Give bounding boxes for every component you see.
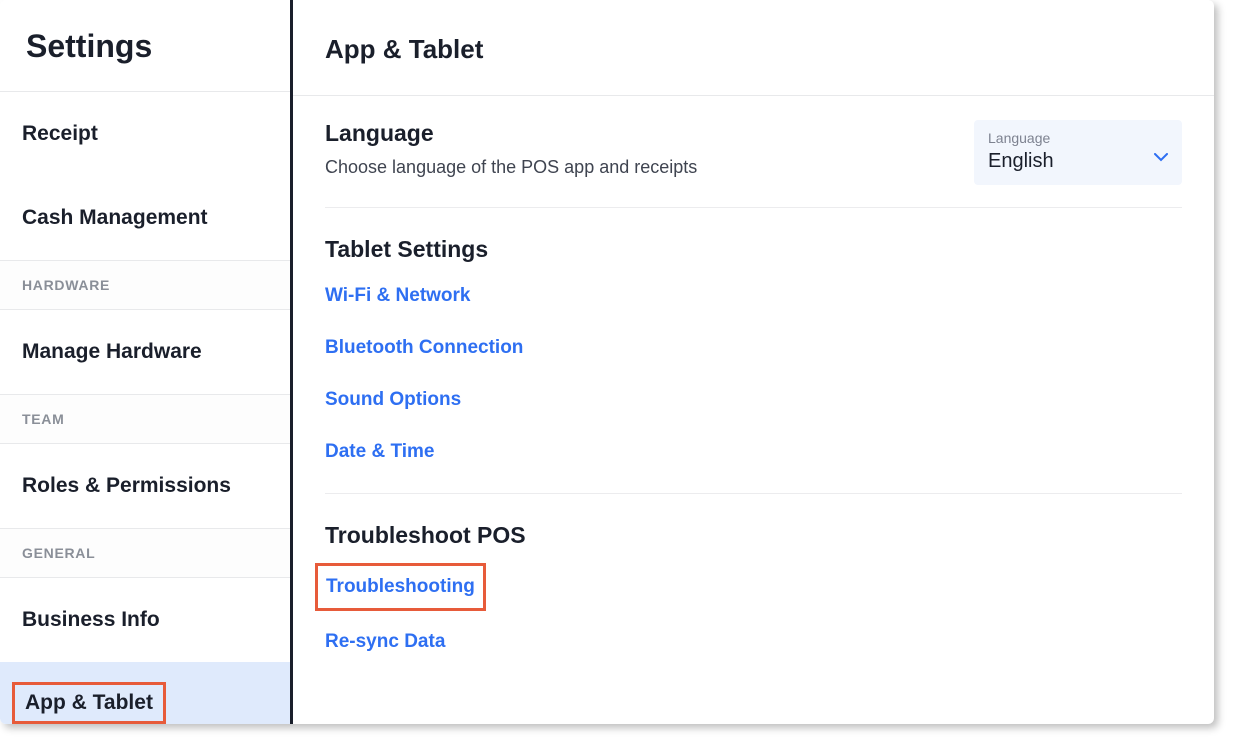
sidebar-item-business-info[interactable]: Business Info — [0, 578, 290, 662]
main-header: App & Tablet — [293, 0, 1214, 96]
tablet-settings-links: Wi-Fi & Network Bluetooth Connection Sou… — [325, 285, 1182, 494]
page-title: App & Tablet — [325, 34, 1214, 65]
language-text-block: Language Choose language of the POS app … — [325, 120, 697, 178]
tablet-settings-section: Tablet Settings Wi-Fi & Network Bluetoot… — [325, 236, 1182, 494]
link-bluetooth-connection[interactable]: Bluetooth Connection — [325, 337, 1182, 359]
link-resync-data[interactable]: Re-sync Data — [325, 631, 1182, 653]
sidebar-item-roles-permissions[interactable]: Roles & Permissions — [0, 444, 290, 528]
sidebar-item-receipt[interactable]: Receipt — [0, 92, 290, 176]
sidebar-item-cash-management[interactable]: Cash Management — [0, 176, 290, 260]
troubleshoot-links: Troubleshooting Re-sync Data — [325, 563, 1182, 683]
dropdown-value: English — [988, 150, 1054, 173]
sidebar-section-hardware: HARDWARE — [0, 260, 290, 310]
language-section: Language Choose language of the POS app … — [325, 120, 1182, 208]
language-dropdown[interactable]: Language English — [974, 120, 1182, 185]
troubleshoot-heading: Troubleshoot POS — [325, 522, 1182, 549]
sidebar-item-app-tablet[interactable]: App & Tablet — [0, 662, 290, 724]
language-heading: Language — [325, 120, 697, 147]
sidebar-item-label: App & Tablet — [12, 682, 166, 724]
sidebar: Settings Receipt Cash Management HARDWAR… — [0, 0, 293, 724]
sidebar-section-general: GENERAL — [0, 528, 290, 578]
main-panel: App & Tablet Language Choose language of… — [293, 0, 1214, 724]
troubleshoot-section: Troubleshoot POS Troubleshooting Re-sync… — [325, 522, 1182, 683]
link-wifi-network[interactable]: Wi-Fi & Network — [325, 285, 1182, 307]
sidebar-section-team: TEAM — [0, 394, 290, 444]
content-area: Language Choose language of the POS app … — [293, 96, 1214, 683]
link-troubleshooting[interactable]: Troubleshooting — [315, 563, 486, 611]
chevron-down-icon — [1154, 149, 1168, 167]
dropdown-text: Language English — [988, 130, 1054, 173]
link-date-time[interactable]: Date & Time — [325, 441, 1182, 463]
settings-window: Settings Receipt Cash Management HARDWAR… — [0, 0, 1214, 724]
tablet-settings-heading: Tablet Settings — [325, 236, 1182, 263]
sidebar-title: Settings — [0, 0, 290, 92]
language-description: Choose language of the POS app and recei… — [325, 157, 697, 178]
link-sound-options[interactable]: Sound Options — [325, 389, 1182, 411]
dropdown-label: Language — [988, 130, 1054, 146]
sidebar-item-manage-hardware[interactable]: Manage Hardware — [0, 310, 290, 394]
